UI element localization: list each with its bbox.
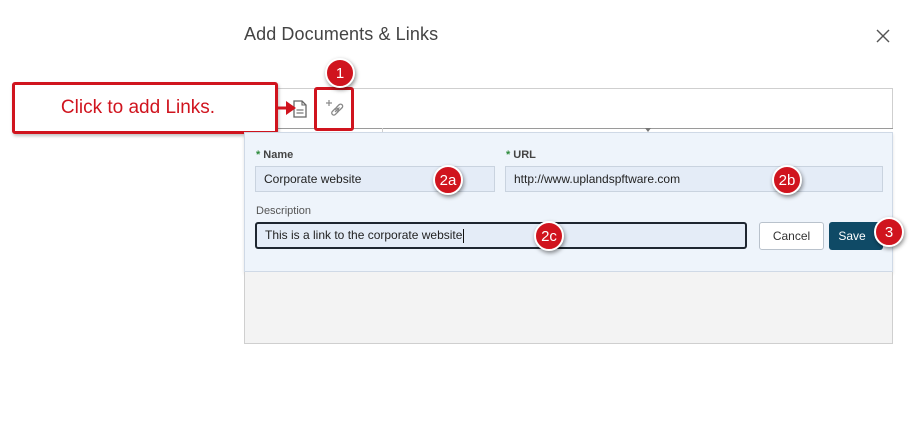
name-label-text: Name (263, 149, 294, 161)
url-label: * URL (506, 149, 536, 161)
url-label-text: URL (513, 149, 536, 161)
add-link-icon (326, 100, 344, 116)
badge-2c: 2c (534, 221, 564, 251)
callout-text: Click to add Links. (60, 97, 216, 118)
badge-2b: 2b (772, 165, 802, 195)
url-required-mark: * (506, 149, 511, 161)
dialog-title: Add Documents & Links (244, 24, 439, 44)
add-link-button[interactable] (314, 87, 354, 131)
name-label: * Name (256, 149, 293, 161)
badge-2a: 2a (433, 165, 463, 195)
callout-box: Click to add Links. (12, 82, 278, 134)
close-icon (876, 29, 890, 43)
description-input[interactable]: This is a link to the corporate website (255, 222, 747, 249)
badge-3: 3 (874, 217, 904, 247)
description-label: Description (256, 205, 312, 217)
name-required-mark: * (256, 149, 261, 161)
screen: Add Documents & Links Click to add Links… (0, 0, 921, 421)
cancel-button[interactable]: Cancel (759, 222, 824, 250)
badge-1: 1 (325, 58, 355, 88)
close-button[interactable] (873, 26, 893, 46)
add-link-form (244, 132, 893, 272)
description-value: This is a link to the corporate website (265, 228, 463, 242)
text-cursor (463, 228, 465, 243)
documents-list-area (244, 272, 893, 344)
callout-arrow-icon (276, 101, 296, 115)
url-input[interactable]: http://www.uplandspftware.com (505, 166, 883, 192)
